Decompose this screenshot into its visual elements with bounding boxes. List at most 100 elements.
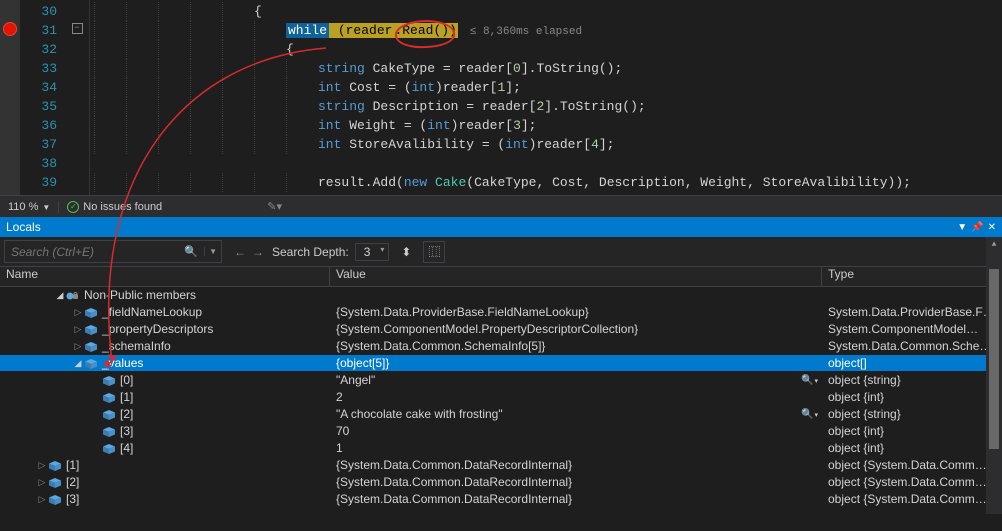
line-number: 32 [20, 40, 57, 59]
variable-name: [2] [120, 407, 133, 421]
variable-name: _fieldNameLookup [102, 305, 202, 319]
tree-row[interactable]: ◢ Non-Public members [0, 287, 1002, 304]
tree-row[interactable]: ▷ [1] {System.Data.Common.DataRecordIntern… [0, 457, 1002, 474]
field-icon [102, 375, 116, 385]
toolbar-button-2[interactable]: ⿲ [423, 241, 445, 263]
variable-value[interactable]: {System.Data.Common.DataRecordInternal} [330, 475, 822, 489]
expander-icon[interactable]: ▷ [72, 324, 84, 335]
nav-forward-icon[interactable]: → [252, 245, 264, 259]
variable-value[interactable]: {System.Data.ProviderBase.FieldNameLooku… [330, 305, 822, 319]
tree-row[interactable]: ▷_propertyDescriptors{System.ComponentMo… [0, 321, 1002, 338]
perf-tip[interactable]: ≤ 8,360ms elapsed [470, 26, 582, 38]
search-icon[interactable]: 🔍 [178, 245, 204, 258]
tree-row[interactable]: ▷_schemaInfo{System.Data.Common.SchemaIn… [0, 338, 1002, 355]
issues-indicator[interactable]: ✓ No issues found [59, 201, 170, 213]
pin-icon[interactable]: 📌 [971, 222, 983, 233]
tree-row[interactable]: ▷ [3] {System.Data.Common.DataRecordIntern… [0, 491, 1002, 508]
variable-value[interactable]: {System.Data.Common.SchemaInfo[5]} [330, 339, 822, 353]
variable-name: [3] [120, 424, 133, 438]
search-depth-label: Search Depth: [272, 245, 355, 259]
variable-type: object {System.Data.Comm… [822, 475, 1002, 489]
search-box[interactable]: 🔍 ▼ [4, 240, 222, 263]
variable-value[interactable]: {object[5]} [330, 356, 822, 370]
expander-icon[interactable]: ▷ [36, 460, 48, 471]
field-icon [48, 460, 62, 470]
expander-icon[interactable]: ◢ [54, 290, 66, 301]
variable-value[interactable]: 1 [330, 441, 822, 455]
column-header-name[interactable]: Name [0, 267, 330, 286]
tree-row[interactable]: [2]"A chocolate cake with frosting"🔍▾obj… [0, 406, 1002, 423]
expander-icon[interactable]: ▷ [36, 494, 48, 505]
column-header-type[interactable]: Type [822, 267, 1002, 286]
line-number: 34 [20, 78, 57, 97]
variable-type: object {int} [822, 390, 1002, 404]
scroll-up-icon[interactable]: ▲ [986, 237, 1002, 253]
scrollbar-thumb[interactable] [989, 269, 999, 449]
expander-icon[interactable]: ▷ [72, 341, 84, 352]
line-number: 31 [20, 21, 57, 40]
variable-type: object {int} [822, 424, 1002, 438]
variable-value[interactable]: 2 [330, 390, 822, 404]
visualizer-icon[interactable]: 🔍▾ [801, 409, 818, 420]
variable-name: Non-Public members [84, 288, 196, 302]
search-input[interactable] [5, 245, 178, 259]
field-icon [102, 392, 116, 402]
fold-gutter[interactable]: − [65, 0, 90, 195]
variable-value[interactable]: {System.Data.Common.DataRecordInternal} [330, 492, 822, 506]
locals-grid-header[interactable]: Name Value Type [0, 267, 1002, 287]
nav-back-icon[interactable]: ← [234, 245, 246, 259]
highlight-brush-icon[interactable]: ✎▾ [267, 200, 282, 213]
field-icon [102, 409, 116, 419]
tree-row[interactable]: [4] 1object {int} [0, 440, 1002, 457]
close-icon[interactable]: ✕ [988, 222, 996, 233]
tree-row[interactable]: ◢_values{object[5]}object[] [0, 355, 1002, 372]
search-depth-dropdown[interactable]: 3 [355, 243, 390, 261]
chevron-down-icon: ▼ [42, 203, 50, 212]
window-dropdown-icon[interactable]: ▼ [957, 222, 967, 233]
expander-icon[interactable]: ▷ [72, 307, 84, 318]
locals-tree[interactable]: ◢Non-Public members▷_fieldNameLookup{Sys… [0, 287, 1002, 531]
field-icon [84, 358, 98, 368]
vertical-scrollbar[interactable]: ▲ [986, 237, 1002, 514]
variable-name: [3] [66, 492, 79, 506]
variable-value[interactable]: {System.Data.Common.DataRecordInternal} [330, 458, 822, 472]
tree-row[interactable]: [1]2object {int} [0, 389, 1002, 406]
breakpoint-gutter[interactable] [0, 0, 20, 195]
tree-row[interactable]: ▷ _fieldNameLookup {System.Data.ProviderBa… [0, 304, 1002, 321]
variable-value[interactable]: 70 [330, 424, 822, 438]
zoom-dropdown[interactable]: 110 %▼ [0, 201, 59, 213]
variable-value[interactable]: {System.ComponentModel.PropertyDescripto… [330, 322, 822, 336]
fold-toggle-icon[interactable]: − [72, 23, 83, 34]
variable-name: [4] [120, 441, 133, 455]
code-editor[interactable]: 30 31 32 33 34 35 36 37 38 39 − { while … [0, 0, 1002, 195]
variable-type: System.Data.Common.Sche… [822, 339, 1002, 353]
code-area[interactable]: { while (reader.Read())≤ 8,360ms elapsed… [90, 0, 1002, 195]
line-number: 38 [20, 154, 57, 173]
check-icon: ✓ [67, 201, 79, 213]
locals-panel-header[interactable]: Locals ▼ 📌 ✕ [0, 217, 1002, 237]
field-icon [48, 477, 62, 487]
variable-value[interactable]: "A chocolate cake with frosting"🔍▾ [330, 407, 822, 421]
panel-title: Locals [6, 220, 957, 234]
line-number: 39 [20, 173, 57, 192]
visualizer-icon[interactable]: 🔍▾ [801, 375, 818, 386]
search-options-dropdown[interactable]: ▼ [204, 247, 221, 256]
variable-type: object {int} [822, 441, 1002, 455]
variable-type: object {System.Data.Comm… [822, 492, 1002, 506]
variable-name: [1] [66, 458, 79, 472]
tree-row[interactable]: [3] 70object {int} [0, 423, 1002, 440]
variable-type: System.Data.ProviderBase.F… [822, 305, 1002, 319]
step-highlight-while: while [286, 23, 329, 38]
tree-row[interactable]: [0]"Angel"🔍▾object {string} [0, 372, 1002, 389]
breakpoint-icon[interactable] [3, 22, 17, 36]
variable-value[interactable]: "Angel"🔍▾ [330, 373, 822, 387]
variable-type: object[] [822, 356, 1002, 370]
variable-type: object {string} [822, 373, 1002, 387]
toolbar-button-1[interactable]: ⬍ [395, 241, 417, 263]
expander-icon[interactable]: ▷ [36, 477, 48, 488]
column-header-value[interactable]: Value [330, 267, 822, 286]
variable-name: [2] [66, 475, 79, 489]
tree-row[interactable]: ▷ [2] {System.Data.Common.DataRecordIntern… [0, 474, 1002, 491]
expander-icon[interactable]: ◢ [72, 358, 84, 369]
line-number: 33 [20, 59, 57, 78]
